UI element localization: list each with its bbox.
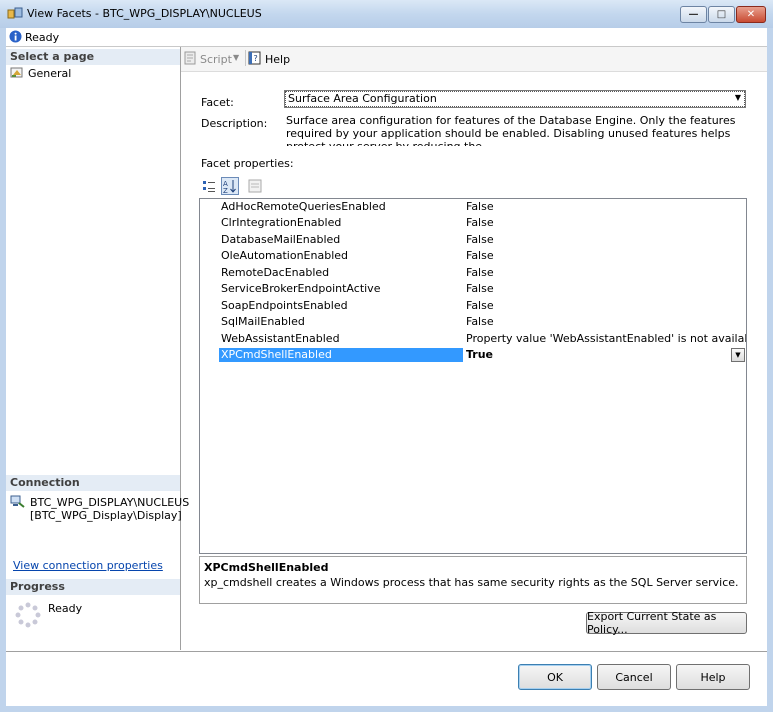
property-name: RemoteDacEnabled bbox=[221, 266, 330, 279]
close-button[interactable]: ✕ bbox=[736, 6, 766, 23]
close-icon: ✕ bbox=[746, 9, 756, 20]
categorized-icon bbox=[203, 181, 215, 192]
property-name: WebAssistantEnabled bbox=[221, 332, 340, 345]
connection-header: Connection bbox=[6, 475, 180, 491]
property-name: OleAutomationEnabled bbox=[221, 249, 348, 262]
server-connection-icon bbox=[10, 495, 26, 509]
info-icon bbox=[9, 30, 22, 43]
connection-server: BTC_WPG_DISPLAY\NUCLEUS bbox=[30, 496, 190, 509]
export-policy-button[interactable]: Export Current State as Policy... bbox=[586, 610, 747, 636]
property-grid-toolbar: AZ bbox=[200, 177, 270, 197]
property-row[interactable]: RemoteDacEnabled False bbox=[200, 265, 746, 281]
property-row[interactable]: WebAssistantEnabled Property value 'WebAs… bbox=[200, 331, 746, 347]
progress-status: Ready bbox=[48, 602, 83, 615]
page-item-label: General bbox=[28, 67, 72, 80]
help-panel-text: xp_cmdshell creates a Windows process th… bbox=[204, 576, 739, 589]
property-row[interactable]: DatabaseMailEnabled False bbox=[200, 232, 746, 248]
maximize-icon: □ bbox=[716, 9, 727, 20]
ok-label: OK bbox=[547, 670, 563, 684]
maximize-button[interactable]: □ bbox=[708, 6, 735, 23]
connection-user: [BTC_WPG_Display\Display] bbox=[30, 509, 182, 522]
status-bar: Ready bbox=[6, 28, 767, 47]
property-value[interactable]: False bbox=[466, 200, 716, 214]
facet-label: Facet: bbox=[201, 96, 234, 109]
property-name: XPCmdShellEnabled bbox=[219, 348, 463, 362]
export-policy-label: Export Current State as Policy... bbox=[587, 610, 717, 636]
script-dropdown-icon[interactable]: ▼ bbox=[233, 53, 239, 62]
property-grid[interactable]: AdHocRemoteQueriesEnabled False ClrIntegr… bbox=[199, 198, 747, 554]
property-name: ServiceBrokerEndpointActive bbox=[221, 282, 381, 295]
property-row[interactable]: SqlMailEnabled False bbox=[200, 314, 746, 330]
progress-header: Progress bbox=[6, 579, 180, 595]
property-name: DatabaseMailEnabled bbox=[221, 233, 341, 246]
property-value[interactable]: False bbox=[466, 299, 716, 313]
facet-select[interactable]: Surface Area Configuration ▼ bbox=[284, 90, 746, 108]
property-row[interactable]: ClrIntegrationEnabled False bbox=[200, 215, 746, 231]
facets-app-icon bbox=[7, 7, 23, 21]
toolbar-separator bbox=[245, 50, 246, 66]
chevron-down-icon[interactable]: ▼ bbox=[735, 93, 741, 102]
property-row-selected[interactable]: XPCmdShellEnabled True ▼ bbox=[200, 347, 746, 363]
window-title: View Facets - BTC_WPG_DISPLAY\NUCLEUS bbox=[27, 7, 262, 20]
minimize-button[interactable]: — bbox=[680, 6, 707, 23]
script-label: Script bbox=[200, 53, 232, 66]
property-value[interactable]: False bbox=[466, 315, 716, 329]
property-value[interactable]: False bbox=[466, 266, 716, 280]
facet-properties-label: Facet properties: bbox=[201, 157, 294, 170]
property-value[interactable]: False bbox=[466, 233, 716, 247]
description-label: Description: bbox=[201, 117, 268, 130]
help-button[interactable]: Help bbox=[676, 664, 750, 690]
categorized-view-button[interactable] bbox=[200, 177, 218, 195]
property-name: AdHocRemoteQueriesEnabled bbox=[221, 200, 386, 213]
alphabetical-view-button[interactable]: AZ bbox=[221, 177, 239, 195]
facet-select-value: Surface Area Configuration bbox=[285, 91, 745, 107]
svg-text:Z: Z bbox=[223, 187, 228, 194]
value-dropdown-icon[interactable]: ▼ bbox=[731, 348, 745, 362]
ok-button[interactable]: OK bbox=[518, 664, 592, 690]
property-pages-button[interactable] bbox=[246, 177, 264, 195]
property-name: ClrIntegrationEnabled bbox=[221, 216, 342, 229]
window-frame-bottom bbox=[0, 706, 773, 712]
cancel-button[interactable]: Cancel bbox=[597, 664, 671, 690]
script-button[interactable]: Script ▼ bbox=[183, 50, 245, 68]
page-general-icon bbox=[10, 66, 24, 79]
left-pane: Select a page General Connection BTC_WPG… bbox=[6, 47, 189, 650]
help-label: Help bbox=[700, 670, 726, 684]
help-panel-title: XPCmdShellEnabled bbox=[204, 561, 329, 574]
cancel-label: Cancel bbox=[615, 670, 653, 684]
toolbar: Script ▼ ? Help bbox=[181, 47, 767, 72]
property-value[interactable]: Property value 'WebAssistantEnabled' is … bbox=[466, 332, 746, 346]
property-value[interactable]: True bbox=[466, 348, 716, 362]
title-bar[interactable]: View Facets - BTC_WPG_DISPLAY\NUCLEUS — … bbox=[0, 0, 773, 28]
help-toolbar-button[interactable]: ? Help bbox=[248, 50, 292, 68]
description-text: Surface area configuration for features … bbox=[286, 114, 736, 146]
property-row[interactable]: SoapEndpointsEnabled False bbox=[200, 298, 746, 314]
property-row[interactable]: ServiceBrokerEndpointActive False bbox=[200, 281, 746, 297]
svg-text:?: ? bbox=[254, 54, 258, 63]
sort-alphabetical-icon: AZ bbox=[223, 180, 236, 195]
progress-spinner-icon bbox=[15, 602, 41, 628]
property-value[interactable]: False bbox=[466, 282, 716, 296]
window-frame-right bbox=[767, 28, 773, 712]
script-icon bbox=[183, 51, 197, 65]
minimize-icon: — bbox=[688, 9, 699, 20]
view-connection-properties-link[interactable]: View connection properties bbox=[13, 559, 163, 572]
property-help-panel: XPCmdShellEnabled xp_cmdshell creates a … bbox=[199, 556, 747, 604]
property-value[interactable]: False bbox=[466, 216, 716, 230]
property-name: SoapEndpointsEnabled bbox=[221, 299, 348, 312]
property-row[interactable]: AdHocRemoteQueriesEnabled False bbox=[200, 199, 746, 215]
property-row[interactable]: OleAutomationEnabled False bbox=[200, 248, 746, 264]
property-value[interactable]: False bbox=[466, 249, 716, 263]
help-toolbar-label: Help bbox=[265, 53, 291, 66]
select-page-header: Select a page bbox=[6, 49, 180, 65]
property-pages-icon bbox=[248, 179, 262, 193]
help-book-icon: ? bbox=[248, 51, 262, 65]
status-text: Ready bbox=[25, 31, 60, 44]
property-name: SqlMailEnabled bbox=[221, 315, 305, 328]
